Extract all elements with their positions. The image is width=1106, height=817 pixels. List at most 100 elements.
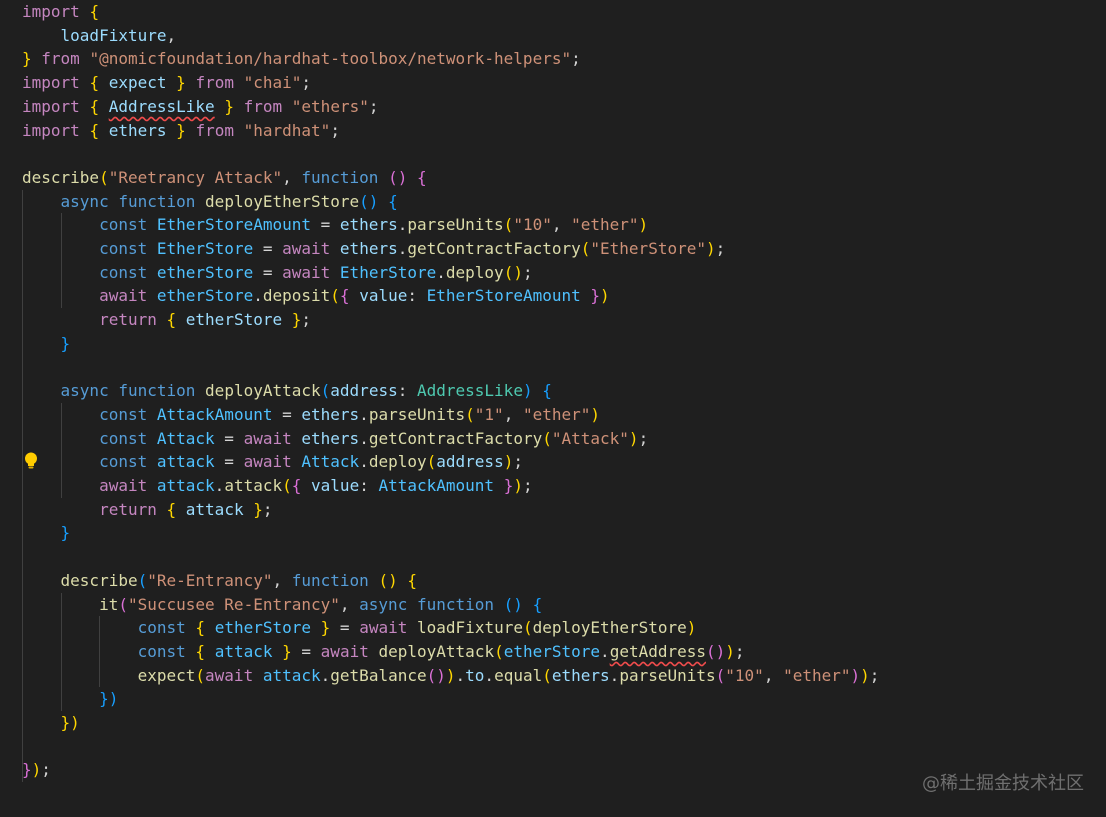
code-line[interactable]: } <box>22 521 71 545</box>
code-editor[interactable]: import { loadFixture,} from "@nomicfound… <box>0 0 1106 817</box>
code-token: = <box>214 452 244 472</box>
code-line[interactable]: }) <box>22 711 80 735</box>
code-line[interactable]: import { <box>22 0 99 24</box>
code-line[interactable]: await attack.attack({ value: AttackAmoun… <box>22 474 533 498</box>
code-line[interactable]: const EtherStore = await ethers.getContr… <box>22 237 725 261</box>
code-token: ( <box>330 286 340 306</box>
code-token: ; <box>715 239 726 258</box>
code-token: await <box>359 618 408 638</box>
code-token: { <box>542 381 552 401</box>
code-token: . <box>436 262 446 282</box>
code-token: ( <box>99 167 109 187</box>
code-line[interactable]: it("Succusee Re-Entrancy", async functio… <box>22 593 542 617</box>
code-token: async <box>60 381 109 401</box>
code-line[interactable]: } from "@nomicfoundation/hardhat-toolbox… <box>22 47 581 71</box>
code-line[interactable]: return { etherStore }; <box>22 308 311 332</box>
code-token: ) <box>31 760 42 780</box>
code-line[interactable]: async function deployAttack(address: Add… <box>22 379 552 403</box>
code-token: . <box>320 665 331 685</box>
code-token: ethers <box>301 428 360 448</box>
code-line[interactable]: import { AddressLike } from "ethers"; <box>22 95 378 119</box>
code-token: const <box>99 404 148 424</box>
code-token: . <box>484 665 495 685</box>
code-token: . <box>397 215 408 235</box>
code-token: = <box>253 239 283 258</box>
code-line[interactable]: const attack = await Attack.deploy(addre… <box>22 450 523 474</box>
code-line[interactable]: }) <box>22 687 118 711</box>
code-token: loadFixture <box>60 25 167 45</box>
code-line[interactable]: import { ethers } from "hardhat"; <box>22 119 340 143</box>
code-line[interactable]: await etherStore.deposit({ value: EtherS… <box>22 284 610 308</box>
code-token: ( <box>320 381 331 401</box>
code-token: ; <box>522 262 533 282</box>
code-line[interactable]: }); <box>22 758 51 782</box>
code-token: import <box>22 96 80 116</box>
code-line[interactable]: const etherStore = await EtherStore.depl… <box>22 261 533 285</box>
code-token: { <box>388 191 398 211</box>
lightbulb-icon[interactable] <box>22 451 40 471</box>
code-token: etherStore <box>185 310 283 330</box>
code-token: ; <box>301 73 312 93</box>
code-token: ) <box>522 381 533 401</box>
code-line[interactable]: const { etherStore } = await loadFixture… <box>22 616 697 640</box>
code-token: { <box>407 570 417 590</box>
code-token: ( <box>542 428 552 448</box>
code-token: , <box>503 404 523 424</box>
code-token: }) <box>99 689 119 709</box>
code-token: ) <box>445 665 456 685</box>
code-token: equal <box>494 665 543 685</box>
code-line[interactable]: const Attack = await ethers.getContractF… <box>22 427 648 451</box>
code-line[interactable]: expect(await attack.getBalance()).to.equ… <box>22 664 880 688</box>
code-token: () <box>503 262 523 282</box>
code-line[interactable]: async function deployEtherStore() { <box>22 190 398 214</box>
code-token: () <box>706 641 726 661</box>
code-token: await <box>99 476 148 495</box>
code-line[interactable]: describe("Re-Entrancy", function () { <box>22 569 417 593</box>
code-token: const <box>99 215 148 235</box>
code-token: EtherStoreAmount <box>156 215 311 235</box>
code-token: expect <box>108 73 167 93</box>
code-line[interactable]: const EtherStoreAmount = ethers.parseUni… <box>22 213 648 237</box>
code-token: . <box>359 452 369 472</box>
code-token: ( <box>503 215 514 235</box>
code-token: return <box>99 310 157 330</box>
code-token: ( <box>522 618 533 638</box>
code-token: ) <box>638 215 649 235</box>
code-line[interactable]: const { attack } = await deployAttack(et… <box>22 640 745 664</box>
code-token: { <box>89 2 100 21</box>
code-token: ) <box>850 665 861 685</box>
code-token: parseUnits <box>368 404 466 424</box>
code-token: etherStore <box>156 262 254 282</box>
code-token: () <box>426 665 446 685</box>
code-line[interactable]: } <box>22 332 71 356</box>
code-line[interactable]: describe("Reetrancy Attack", function ()… <box>22 166 427 190</box>
code-token: ( <box>118 594 128 614</box>
code-token: ; <box>522 476 533 495</box>
code-line[interactable]: import { expect } from "chai"; <box>22 71 311 95</box>
code-token: "10" <box>725 665 764 685</box>
code-line[interactable]: return { attack }; <box>22 498 272 522</box>
code-token: , <box>282 167 302 187</box>
code-line[interactable]: const AttackAmount = ethers.parseUnits("… <box>22 403 600 427</box>
code-line[interactable]: loadFixture, <box>22 24 177 48</box>
code-token: "10" <box>513 215 552 235</box>
